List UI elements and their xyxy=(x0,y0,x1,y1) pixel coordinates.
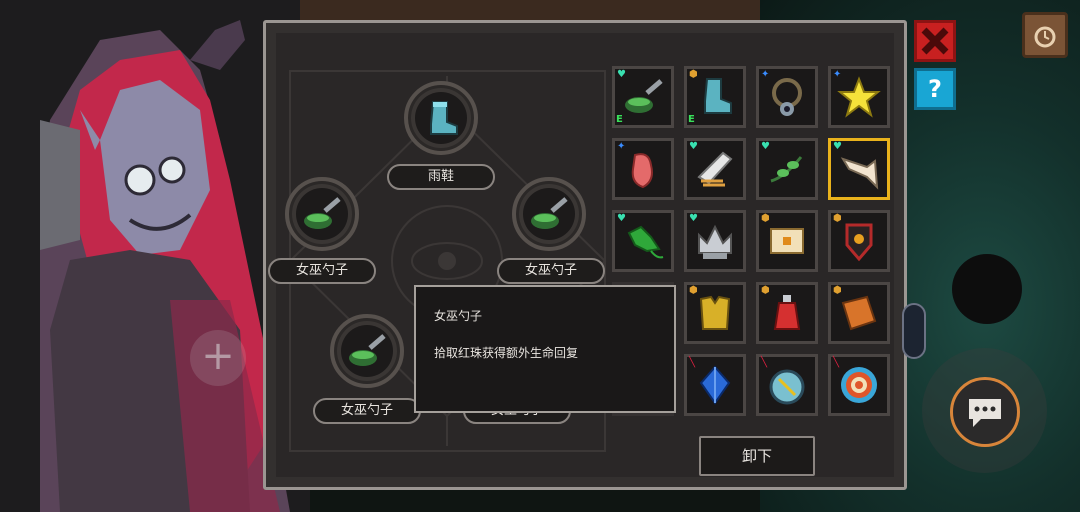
inventory-cell[interactable]: ⬢ xyxy=(828,282,890,344)
armor-icon xyxy=(699,295,731,330)
gem-icon xyxy=(699,365,731,405)
action-button[interactable] xyxy=(952,254,1022,324)
equip-slot-bottom-left[interactable] xyxy=(330,314,404,388)
equipped-mark: E xyxy=(616,114,623,125)
amulet-icon xyxy=(772,78,802,116)
vine-icon xyxy=(770,156,803,183)
inventory-cell[interactable]: ⬢ xyxy=(756,210,818,272)
witch-spoon-icon xyxy=(531,197,568,229)
bone-icon xyxy=(840,157,879,190)
rain-boot-icon xyxy=(704,78,732,114)
backpack-icon xyxy=(1034,26,1056,48)
inventory-cell[interactable]: ╲ xyxy=(756,354,818,416)
side-indicator xyxy=(902,303,926,359)
clover-icon xyxy=(627,225,664,259)
inventory-cell[interactable]: ⬢ E xyxy=(684,66,746,128)
inventory-cell[interactable]: ⬢ xyxy=(684,282,746,344)
compass-icon xyxy=(769,369,805,405)
witch-spoon-icon xyxy=(625,79,663,113)
potion-icon xyxy=(773,295,801,330)
inventory-cell[interactable]: ✦ xyxy=(828,66,890,128)
inventory-cell[interactable]: ♥ xyxy=(684,138,746,200)
chat-bubble-icon xyxy=(969,399,1001,427)
backpack-button[interactable] xyxy=(1022,12,1068,58)
help-button[interactable]: ? xyxy=(914,68,956,110)
inventory-cell[interactable]: ♥ xyxy=(684,210,746,272)
inventory-cell[interactable]: ╲ xyxy=(828,354,890,416)
equipped-mark: E xyxy=(688,114,695,125)
inventory-cell[interactable]: ♥ E xyxy=(612,66,674,128)
meat-icon xyxy=(631,153,653,189)
inventory-cell-selected[interactable]: ♥ xyxy=(828,138,890,200)
inventory-cell[interactable]: ⬢ xyxy=(828,210,890,272)
target-icon xyxy=(841,367,877,403)
inventory-cell[interactable]: ♥ xyxy=(612,210,674,272)
unequip-button[interactable]: 卸下 xyxy=(699,436,815,476)
witch-spoon-icon xyxy=(349,334,386,366)
equip-slot-right[interactable] xyxy=(512,177,586,251)
item-tooltip: 女巫勺子 拾取红珠获得额外生命回复 xyxy=(414,285,676,413)
crown-icon xyxy=(698,224,732,259)
game-scene: + 雨鞋 女巫勺子 女巫勺子 女巫勺子 ♥ E ⬢ E ✦ ✦ ✦ ♥ ♥ ♥ … xyxy=(0,0,1080,512)
tooltip-title: 女巫勺子 xyxy=(434,309,483,323)
close-icon xyxy=(921,27,949,55)
equip-slot-bottom-left-label: 女巫勺子 xyxy=(313,398,421,424)
inventory-cell[interactable]: ⬢ xyxy=(756,282,818,344)
close-button[interactable] xyxy=(914,20,956,62)
witch-spoon-icon xyxy=(304,197,341,229)
inventory-cell[interactable]: ✦ xyxy=(756,66,818,128)
witch-character-art xyxy=(40,20,290,512)
rain-boot-icon xyxy=(430,101,458,135)
tooltip-description: 拾取红珠获得额外生命回复 xyxy=(434,346,579,360)
inventory-cell[interactable]: ♥ xyxy=(756,138,818,200)
inventory-cell[interactable]: ╲ xyxy=(684,354,746,416)
chest-icon xyxy=(770,228,804,254)
equip-slot-right-label: 女巫勺子 xyxy=(497,258,605,284)
equip-slot-left-label: 女巫勺子 xyxy=(268,258,376,284)
scroll-icon xyxy=(841,295,877,331)
star-icon xyxy=(837,76,881,118)
wing-icon xyxy=(697,151,733,187)
equip-slot-top[interactable] xyxy=(404,81,478,155)
add-button-faded[interactable]: + xyxy=(190,330,246,386)
equip-slot-left[interactable] xyxy=(285,177,359,251)
shield-emblem-icon xyxy=(845,223,873,262)
inventory-cell[interactable]: ✦ xyxy=(612,138,674,200)
chat-button[interactable] xyxy=(950,377,1020,447)
equip-slot-top-label: 雨鞋 xyxy=(387,164,495,190)
